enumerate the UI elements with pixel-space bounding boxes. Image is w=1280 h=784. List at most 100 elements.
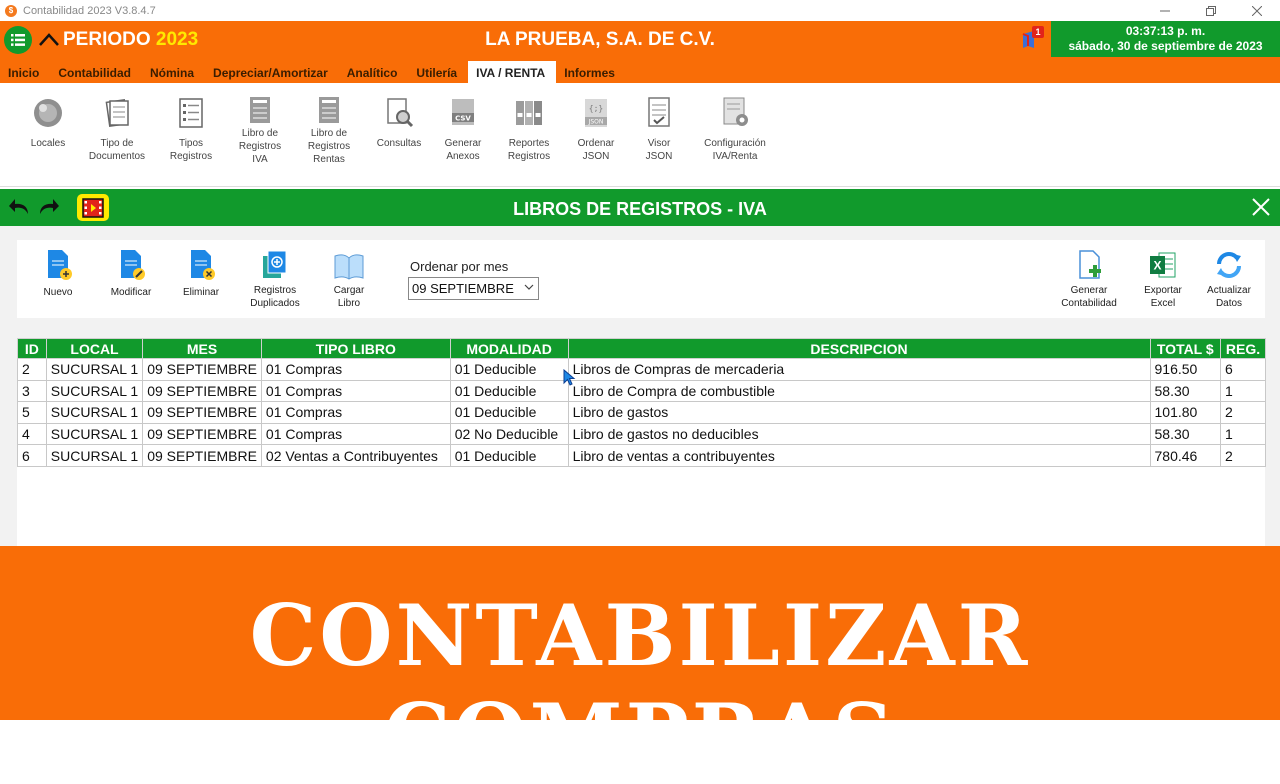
- ribbon-tipo-documentos-button[interactable]: Tipo de Documentos: [82, 95, 152, 163]
- cell-descripcion: Libros de Compras de mercaderia: [567, 358, 1151, 381]
- ribbon-generar-anexos-button[interactable]: CSV Generar Anexos: [428, 95, 498, 163]
- cell-total: 101.80: [1149, 401, 1222, 424]
- ribbon-libro-iva-button[interactable]: Libro de Registros IVA: [225, 95, 295, 166]
- binders-icon: [516, 101, 542, 125]
- notification-badge: 1: [1032, 26, 1044, 38]
- cell-descripcion: Libro de ventas a contribuyentes: [567, 444, 1151, 467]
- month-select-value: 09 SEPTIEMBRE: [412, 281, 514, 296]
- ribbon-ordenar-json-button[interactable]: {;} JSON Ordenar JSON: [561, 95, 631, 163]
- order-label: Ordenar por mes: [410, 259, 509, 274]
- svg-text:{;}: {;}: [589, 104, 603, 113]
- svg-text:JSON: JSON: [588, 119, 604, 126]
- tab-informes[interactable]: Informes: [556, 61, 626, 83]
- table-row[interactable]: 6 SUCURSAL 1 09 SEPTIEMBRE 02 Ventas a C…: [17, 444, 1266, 467]
- window-titlebar: $ Contabilidad 2023 V3.8.4.7: [0, 0, 1280, 21]
- clock-time: 03:37:13 p. m.: [1125, 24, 1206, 38]
- modificar-label: Modificar: [110, 287, 152, 298]
- cargar-libro-button[interactable]: Cargar Libro: [313, 248, 385, 310]
- generar-contabilidad-button[interactable]: Generar Contabilidad: [1053, 248, 1125, 310]
- ribbon-label: Libro de Registros Rentas: [307, 128, 351, 165]
- column-header[interactable]: MODALIDAD: [449, 338, 569, 359]
- json-icon: {;} JSON: [585, 99, 607, 127]
- documents-icon: [105, 99, 129, 127]
- cell-mes: 09 SEPTIEMBRE: [142, 401, 262, 424]
- column-header[interactable]: ID: [17, 338, 47, 359]
- mouse-cursor-icon: [563, 369, 576, 386]
- table-row[interactable]: 5 SUCURSAL 1 09 SEPTIEMBRE 01 Compras 01…: [17, 401, 1266, 424]
- column-header[interactable]: MES: [142, 338, 262, 359]
- ribbon-tipos-registros-button[interactable]: Tipos Registros: [156, 95, 226, 163]
- cell-total: 58.30: [1149, 422, 1222, 446]
- column-header[interactable]: DESCRIPCION: [567, 338, 1151, 359]
- cell-mes: 09 SEPTIEMBRE: [142, 444, 262, 467]
- column-header[interactable]: TOTAL $: [1149, 338, 1222, 359]
- ribbon-reportes-button[interactable]: Reportes Registros: [494, 95, 564, 163]
- notifications-button[interactable]: 1: [1020, 26, 1044, 52]
- svg-text:CSV: CSV: [455, 115, 471, 123]
- month-select[interactable]: 09 SEPTIEMBRE: [408, 277, 539, 300]
- table-row[interactable]: 2 SUCURSAL 1 09 SEPTIEMBRE 01 Compras 01…: [17, 358, 1266, 381]
- tab-contabilidad[interactable]: Contabilidad: [50, 61, 142, 83]
- csv-icon: CSV: [452, 99, 474, 125]
- close-section-icon[interactable]: [1250, 196, 1272, 218]
- tab-analitico[interactable]: Analítico: [339, 61, 409, 83]
- nuevo-label: Nuevo: [43, 287, 73, 298]
- cell-id: 6: [17, 444, 47, 467]
- table-row[interactable]: 4 SUCURSAL 1 09 SEPTIEMBRE 01 Compras 02…: [17, 422, 1266, 446]
- generate-doc-icon: [1079, 250, 1101, 279]
- eliminar-label: Eliminar: [182, 287, 220, 298]
- ribbon-configuracion-button[interactable]: Configuración IVA/Renta: [700, 95, 770, 163]
- cell-descripcion: Libro de gastos: [567, 401, 1151, 424]
- modificar-button[interactable]: Modificar: [95, 248, 167, 299]
- open-book-icon: [334, 254, 364, 280]
- ribbon-label: Consultas: [376, 138, 422, 149]
- svg-text:X: X: [1153, 259, 1161, 273]
- ribbon-label: Reportes Registros: [507, 138, 551, 162]
- ribbon-consultas-button[interactable]: Consultas: [364, 95, 434, 150]
- tab-utileria[interactable]: Utilería: [408, 61, 468, 83]
- tab-nomina[interactable]: Nómina: [142, 61, 205, 83]
- window-title: Contabilidad 2023 V3.8.4.7: [23, 4, 156, 17]
- book-iva-icon: [250, 97, 270, 123]
- actualizar-datos-button[interactable]: Actualizar Datos: [1193, 248, 1265, 310]
- tab-depreciar[interactable]: Depreciar/Amortizar: [205, 61, 339, 83]
- minimize-button[interactable]: [1142, 0, 1188, 21]
- ribbon-label: Libro de Registros IVA: [238, 128, 282, 165]
- column-header[interactable]: REG.: [1220, 338, 1266, 359]
- cell-reg: 1: [1220, 379, 1266, 403]
- column-header[interactable]: TIPO LIBRO: [260, 338, 451, 359]
- ribbon-visor-json-button[interactable]: Visor JSON: [624, 95, 694, 163]
- chevron-down-icon: [524, 284, 534, 290]
- cell-tipo-libro: 01 Compras: [260, 358, 451, 381]
- actualizar-label: Actualizar Datos: [1207, 285, 1251, 309]
- close-icon: [1252, 5, 1262, 16]
- config-icon: [723, 97, 748, 126]
- book-rentas-icon: [319, 97, 339, 123]
- records-table: ID LOCAL MES TIPO LIBRO MODALIDAD DESCRI…: [17, 338, 1266, 467]
- table-row[interactable]: 3 SUCURSAL 1 09 SEPTIEMBRE 01 Compras 01…: [17, 379, 1266, 403]
- cell-reg: 2: [1220, 401, 1266, 424]
- cell-mes: 09 SEPTIEMBRE: [142, 379, 262, 403]
- ribbon-locales-button[interactable]: Locales: [13, 95, 83, 150]
- column-header[interactable]: LOCAL: [45, 338, 144, 359]
- clock-panel: 03:37:13 p. m. sábado, 30 de septiembre …: [1051, 21, 1280, 57]
- tab-inicio[interactable]: Inicio: [0, 61, 50, 83]
- excel-icon: X: [1150, 252, 1176, 278]
- cell-tipo-libro: 02 Ventas a Contribuyentes: [260, 444, 451, 467]
- nuevo-button[interactable]: Nuevo: [22, 248, 94, 299]
- tab-iva-renta[interactable]: IVA / RENTA: [468, 61, 557, 83]
- registros-duplicados-button[interactable]: Registros Duplicados: [239, 248, 311, 310]
- records-table-container: ID LOCAL MES TIPO LIBRO MODALIDAD DESCRI…: [17, 338, 1266, 546]
- eliminar-button[interactable]: Eliminar: [165, 248, 237, 299]
- search-doc-icon: [387, 98, 414, 128]
- close-window-button[interactable]: [1234, 0, 1280, 21]
- cell-reg: 2: [1220, 444, 1266, 467]
- ribbon-label: Visor JSON: [645, 138, 673, 162]
- restore-button[interactable]: [1188, 0, 1234, 21]
- exportar-excel-button[interactable]: X Exportar Excel: [1127, 248, 1199, 310]
- cell-modalidad: 01 Deducible: [449, 401, 569, 424]
- cell-id: 4: [17, 422, 47, 446]
- new-doc-icon: [48, 250, 72, 280]
- cell-id: 3: [17, 379, 47, 403]
- ribbon-libro-rentas-button[interactable]: Libro de Registros Rentas: [294, 95, 364, 166]
